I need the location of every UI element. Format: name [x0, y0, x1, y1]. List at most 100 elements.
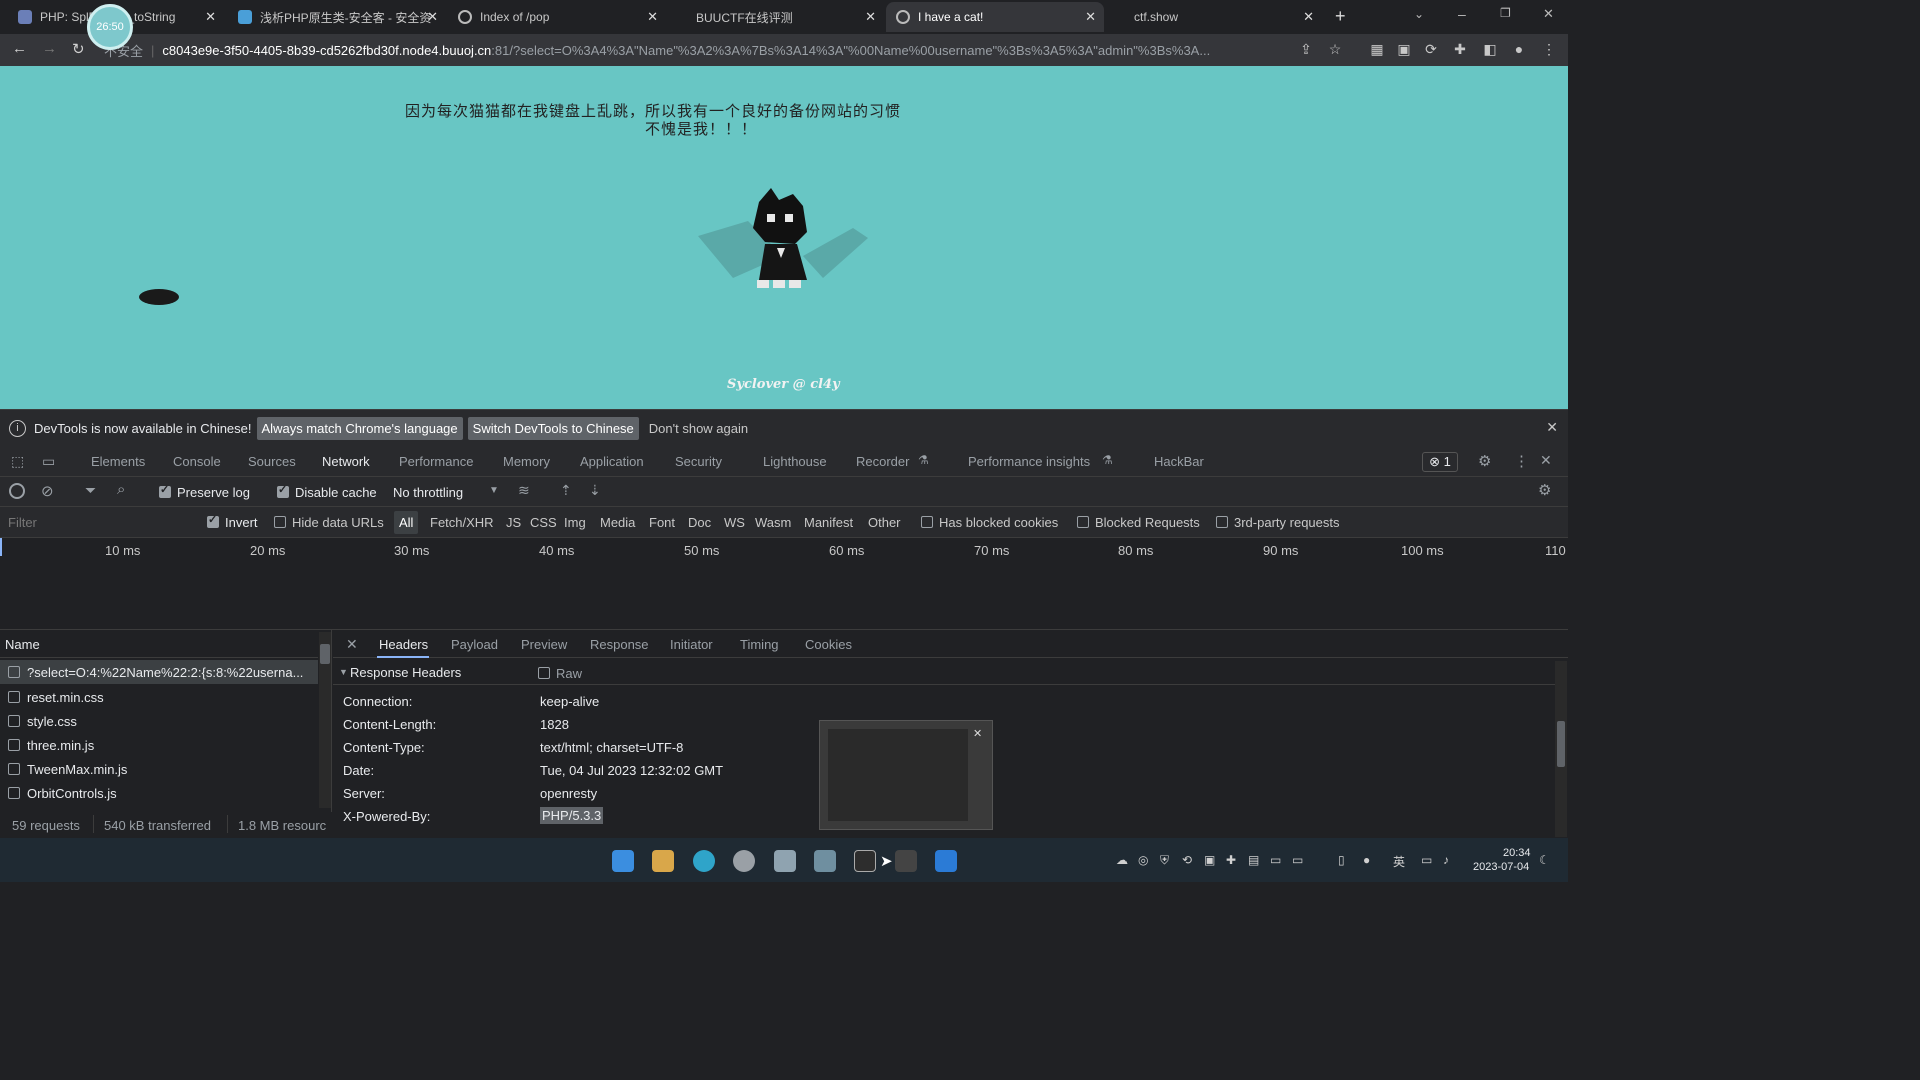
volume-icon[interactable]: ♪ — [1443, 853, 1449, 867]
dont-show-again-link[interactable]: Don't show again — [649, 421, 748, 436]
reload-icon[interactable]: ↻ — [72, 40, 85, 58]
filter-type-fetch-xhr[interactable]: Fetch/XHR — [430, 515, 494, 530]
tab-initiator[interactable]: Initiator — [670, 637, 713, 652]
filter-type-media[interactable]: Media — [600, 515, 635, 530]
side-panel-icon[interactable]: ◧ — [1481, 40, 1499, 58]
request-row[interactable]: style.css — [0, 709, 318, 733]
checkbox-unchecked[interactable] — [1077, 516, 1089, 528]
translate-icon[interactable]: ▣ — [1395, 40, 1413, 58]
close-icon[interactable]: ✕ — [427, 9, 438, 25]
filter-type-doc[interactable]: Doc — [688, 515, 711, 530]
always-match-language-button[interactable]: Always match Chrome's language — [256, 417, 463, 440]
address-bar[interactable]: 不安全 | c8043e9e-3f50-4405-8b39-cd5262fbd3… — [104, 38, 1290, 62]
close-icon[interactable]: ✕ — [205, 9, 216, 25]
name-column-header[interactable]: Name — [0, 630, 318, 658]
tab-sources[interactable]: Sources — [248, 454, 296, 469]
filter-type-other[interactable]: Other — [868, 515, 901, 530]
tab-lighthouse[interactable]: Lighthouse — [763, 454, 827, 469]
tray-sync-icon[interactable]: ⟲ — [1182, 853, 1192, 867]
window-close-icon[interactable]: ✕ — [1543, 6, 1554, 22]
microphone-icon[interactable]: ● — [1363, 853, 1370, 867]
response-headers-section[interactable]: ▼ Response Headers Raw — [333, 661, 1555, 685]
filter-type-manifest[interactable]: Manifest — [804, 515, 853, 530]
tab-i-have-a-cat[interactable]: I have a cat! ✕ — [886, 2, 1104, 32]
request-row[interactable]: reset.min.css — [0, 685, 318, 709]
tab-headers[interactable]: Headers — [379, 637, 428, 652]
ime-indicator[interactable]: 英 — [1393, 853, 1405, 870]
tray-package-icon[interactable]: ▣ — [1204, 853, 1215, 867]
has-blocked-cookies-checkbox[interactable]: Has blocked cookies — [921, 515, 1058, 530]
extension-icon[interactable]: ▦ — [1368, 40, 1386, 58]
notification-moon-icon[interactable]: ☾ — [1539, 853, 1550, 867]
share-icon[interactable]: ⇪ — [1297, 40, 1315, 58]
chrome-browser-icon[interactable] — [733, 850, 755, 872]
tab-cookies[interactable]: Cookies — [805, 637, 852, 652]
battery-icon[interactable]: ▯ — [1338, 853, 1345, 867]
new-tab-button[interactable]: + — [1335, 6, 1346, 27]
tab-ctfshow[interactable]: ctf.show ✕ — [1106, 2, 1322, 32]
tab-application[interactable]: Application — [580, 454, 644, 469]
network-conditions-icon[interactable]: ≋ — [518, 482, 530, 499]
sync-icon[interactable]: ⟳ — [1422, 40, 1440, 58]
filter-type-all[interactable]: All — [394, 511, 419, 534]
tray-monitor-icon[interactable]: ▭ — [1292, 853, 1303, 867]
app-icon[interactable] — [774, 850, 796, 872]
search-icon[interactable]: ⌕ — [117, 481, 125, 498]
photos-icon[interactable] — [814, 850, 836, 872]
tray-puzzle-icon[interactable]: ✚ — [1226, 853, 1236, 867]
raw-checkbox[interactable]: Raw — [538, 666, 582, 681]
close-devtools-icon[interactable]: ✕ — [1540, 452, 1552, 469]
tab-hackbar[interactable]: HackBar — [1154, 454, 1204, 469]
clock-time[interactable]: 20:34 — [1503, 847, 1531, 859]
tray-capture-icon[interactable]: ◎ — [1138, 853, 1148, 867]
forward-icon[interactable]: → — [42, 40, 57, 57]
request-row[interactable]: OrbitControls.js — [0, 781, 318, 805]
tab-buuctf[interactable]: BUUCTF在线评测 ✕ — [668, 2, 884, 32]
close-icon[interactable]: ✕ — [1303, 9, 1314, 25]
minimize-icon[interactable]: – — [1458, 6, 1466, 22]
filter-type-ws[interactable]: WS — [724, 515, 745, 530]
start-windows-icon[interactable] — [612, 850, 634, 872]
filter-type-css[interactable]: CSS — [530, 515, 557, 530]
hide-data-urls-checkbox[interactable]: Hide data URLs — [274, 515, 384, 530]
tab-index-pop[interactable]: Index of /pop ✕ — [448, 2, 666, 32]
back-icon[interactable]: ← — [12, 40, 27, 57]
clear-icon[interactable]: ⊘ — [41, 482, 54, 500]
scrollbar-thumb[interactable] — [320, 644, 330, 664]
details-scrollbar[interactable] — [1555, 661, 1567, 837]
tab-performance[interactable]: Performance — [399, 454, 473, 469]
tab-performance-insights[interactable]: Performance insights — [968, 454, 1090, 469]
file-explorer-icon[interactable] — [652, 850, 674, 872]
tab-elements[interactable]: Elements — [91, 454, 145, 469]
filter-type-wasm[interactable]: Wasm — [755, 515, 791, 530]
tab-response[interactable]: Response — [590, 637, 649, 652]
profile-icon[interactable]: ● — [1510, 40, 1528, 58]
import-har-icon[interactable]: ⇡ — [560, 482, 572, 499]
request-row[interactable]: TweenMax.min.js — [0, 757, 318, 781]
tab-network[interactable]: Network — [322, 454, 370, 469]
tray-p-icon[interactable]: ▤ — [1248, 853, 1259, 867]
tab-anquanke[interactable]: 浅析PHP原生类-安全客 - 安全资 ✕ — [228, 2, 446, 32]
tab-timing[interactable]: Timing — [740, 637, 779, 652]
settings-gear-icon[interactable]: ⚙ — [1478, 452, 1491, 470]
blocked-requests-checkbox[interactable]: Blocked Requests — [1077, 515, 1200, 530]
close-icon[interactable]: ✕ — [865, 9, 876, 25]
clock-date[interactable]: 2023-07-04 — [1473, 861, 1529, 873]
tab-preview[interactable]: Preview — [521, 637, 567, 652]
tab-search-icon[interactable]: ⌄ — [1414, 7, 1424, 21]
close-icon[interactable]: ✕ — [973, 727, 982, 740]
network-timeline-overview[interactable]: 10 ms 20 ms 30 ms 40 ms 50 ms 60 ms 70 m… — [0, 538, 1568, 630]
request-row-selected[interactable]: ?select=O:4:%22Name%22:2:{s:8:%22userna.… — [0, 660, 318, 684]
export-har-icon[interactable]: ⇣ — [589, 482, 601, 499]
request-row[interactable]: three.min.js — [0, 733, 318, 757]
request-list-scrollbar[interactable] — [319, 632, 331, 808]
checkbox-checked[interactable] — [207, 513, 219, 528]
network-icon[interactable]: ▭ — [1421, 853, 1432, 867]
checkbox-checked[interactable] — [277, 483, 289, 498]
more-options-icon[interactable]: ⋮ — [1514, 452, 1529, 470]
close-details-icon[interactable]: ✕ — [346, 636, 358, 653]
tab-payload[interactable]: Payload — [451, 637, 498, 652]
infobar-close-icon[interactable]: ✕ — [1546, 419, 1558, 436]
error-count-badge[interactable]: ⊗ 1 — [1422, 452, 1458, 472]
tab-security[interactable]: Security — [675, 454, 722, 469]
